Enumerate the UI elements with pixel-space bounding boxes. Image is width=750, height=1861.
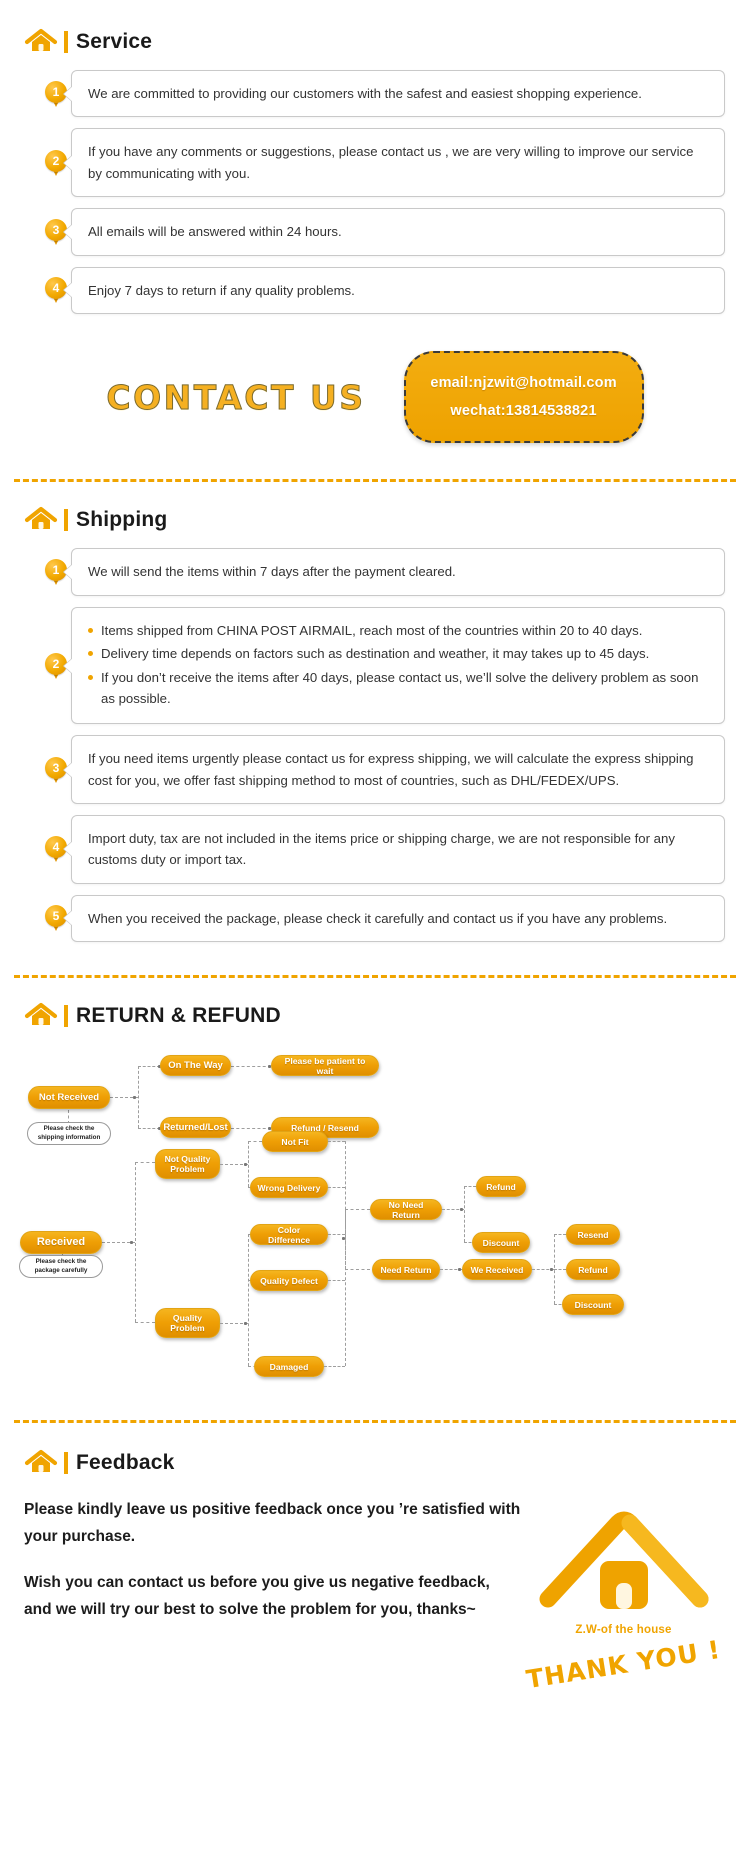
heading-accent-bar: [64, 509, 68, 532]
flow-note-shipping: Please check the shipping information: [27, 1122, 111, 1146]
flow-node-not-quality-problem[interactable]: Not Quality Problem: [155, 1149, 220, 1180]
shipping-section-heading: Shipping: [0, 500, 750, 540]
contact-wechat[interactable]: wechat:13814538821: [428, 397, 620, 425]
feedback-body: Please kindly leave us positive feedback…: [0, 1483, 750, 1709]
list-item: 2 Items shipped from CHINA POST AIRMAIL,…: [0, 606, 750, 725]
list-item: 3 All emails will be answered within 24 …: [0, 208, 750, 256]
flow-node-wrong-delivery[interactable]: Wrong Delivery: [250, 1177, 328, 1199]
shipping-heading-title: Shipping: [76, 508, 168, 532]
shipping-item-text: When you received the package, please ch…: [63, 894, 725, 943]
heading-accent-bar: [64, 1005, 68, 1028]
list-item: 4 Enjoy 7 days to return if any quality …: [0, 266, 750, 314]
list-item: 4 Import duty, tax are not included in t…: [0, 815, 750, 884]
flow-node-refund-a[interactable]: Refund: [476, 1176, 526, 1198]
brand-logo-block: Z.W-of the house THANK YOU !: [521, 1497, 726, 1694]
shipping-item-text: If you need items urgently please contac…: [63, 735, 725, 805]
list-item: 5 When you received the package, please …: [0, 894, 750, 943]
feedback-paragraph-1: Please kindly leave us positive feedback…: [24, 1501, 521, 1545]
number-pin: 3: [43, 754, 69, 786]
service-item-text: Enjoy 7 days to return if any quality pr…: [63, 266, 725, 314]
pin-number: 3: [52, 760, 60, 775]
pin-number: 1: [52, 84, 60, 99]
returns-flowchart: Not Received Please check the shipping i…: [0, 1054, 750, 1414]
service-heading-title: Service: [76, 30, 153, 53]
pin-number: 2: [52, 656, 60, 671]
contact-block: CONTACT US email:njzwit@hotmail.com wech…: [0, 325, 750, 474]
flow-node-quality-problem[interactable]: Quality Problem: [155, 1308, 220, 1339]
returns-section-heading: RETURN & REFUND: [0, 996, 750, 1036]
brand-name: Z.W-of the house: [575, 1624, 672, 1637]
feedback-section-heading: Feedback: [0, 1443, 750, 1483]
flow-note-package: Please check the package carefully: [19, 1255, 103, 1279]
flow-node-need-return[interactable]: Need Return: [372, 1259, 440, 1281]
house-icon: [24, 1001, 58, 1031]
contact-us-title: CONTACT US: [106, 377, 366, 417]
number-pin: 2: [43, 650, 69, 682]
flow-node-on-the-way[interactable]: On The Way: [160, 1055, 231, 1077]
list-item: 1 We will send the items within 7 days a…: [0, 548, 750, 596]
pin-number: 3: [52, 222, 60, 237]
bullet-item: If you don’t receive the items after 40 …: [88, 667, 710, 710]
contact-email[interactable]: email:njzwit@hotmail.com: [428, 369, 620, 397]
top-spacer: [0, 0, 750, 22]
shipping-item-text: We will send the items within 7 days aft…: [63, 548, 725, 596]
number-pin: 2: [43, 147, 69, 179]
service-item-text: We are committed to providing our custom…: [63, 70, 725, 118]
pin-number: 4: [52, 840, 60, 855]
feedback-text: Please kindly leave us positive feedback…: [24, 1497, 521, 1679]
pin-number: 4: [52, 281, 60, 296]
house-logo-large: [539, 1511, 708, 1610]
shipping-item-bullets: Items shipped from CHINA POST AIRMAIL, r…: [63, 606, 725, 725]
pin-number: 1: [52, 563, 60, 578]
flow-node-damaged[interactable]: Damaged: [254, 1356, 324, 1378]
feedback-paragraph-2: Wish you can contact us before you give …: [24, 1574, 490, 1619]
flow-node-quality-defect[interactable]: Quality Defect: [250, 1270, 328, 1292]
bullet-item: Items shipped from CHINA POST AIRMAIL, r…: [88, 620, 710, 641]
service-section-heading: Service: [0, 22, 750, 62]
flow-node-be-patient[interactable]: Please be patient to wait: [271, 1055, 379, 1077]
shipping-item-text: Import duty, tax are not included in the…: [63, 815, 725, 884]
flow-node-no-need-return[interactable]: No Need Return: [370, 1199, 442, 1221]
pin-number: 2: [52, 153, 60, 168]
flow-node-refund-b[interactable]: Refund: [566, 1259, 620, 1281]
house-icon: [24, 27, 58, 57]
number-pin: 3: [43, 216, 69, 248]
flow-node-discount-a[interactable]: Discount: [472, 1232, 530, 1254]
thank-you-text: THANK YOU !: [524, 1634, 723, 1695]
number-pin: 1: [43, 78, 69, 110]
flow-node-color-difference[interactable]: Color Difference: [250, 1224, 328, 1246]
number-pin: 1: [43, 556, 69, 588]
flow-node-resend[interactable]: Resend: [566, 1224, 620, 1246]
service-item-text: If you have any comments or suggestions,…: [63, 128, 725, 198]
number-pin: 5: [43, 902, 69, 934]
number-pin: 4: [43, 274, 69, 306]
feedback-heading-title: Feedback: [76, 1451, 175, 1475]
bullet-item: Delivery time depends on factors such as…: [88, 643, 710, 664]
pin-number: 5: [52, 909, 60, 924]
flow-node-returned-lost[interactable]: Returned/Lost: [160, 1117, 231, 1139]
shipping-items: 1 We will send the items within 7 days a…: [0, 540, 750, 943]
flow-node-discount-b[interactable]: Discount: [562, 1294, 624, 1316]
service-item-text: All emails will be answered within 24 ho…: [63, 208, 725, 256]
flow-node-we-received[interactable]: We Received: [462, 1259, 532, 1281]
list-item: 1 We are committed to providing our cust…: [0, 70, 750, 118]
flow-node-not-fit[interactable]: Not Fit: [262, 1131, 328, 1153]
house-icon: [24, 1448, 58, 1478]
flow-node-received[interactable]: Received: [20, 1231, 102, 1255]
list-item: 3 If you need items urgently please cont…: [0, 735, 750, 805]
contact-card: email:njzwit@hotmail.com wechat:13814538…: [403, 350, 644, 444]
returns-heading-title: RETURN & REFUND: [76, 1004, 281, 1028]
product-description-page: Service 1 We are committed to providing …: [0, 0, 750, 1719]
number-pin: 4: [43, 833, 69, 865]
heading-accent-bar: [64, 1452, 68, 1475]
list-item: 2 If you have any comments or suggestion…: [0, 128, 750, 198]
house-icon: [24, 505, 58, 535]
service-items: 1 We are committed to providing our cust…: [0, 62, 750, 314]
heading-accent-bar: [64, 31, 68, 53]
flow-node-not-received[interactable]: Not Received: [28, 1086, 110, 1110]
